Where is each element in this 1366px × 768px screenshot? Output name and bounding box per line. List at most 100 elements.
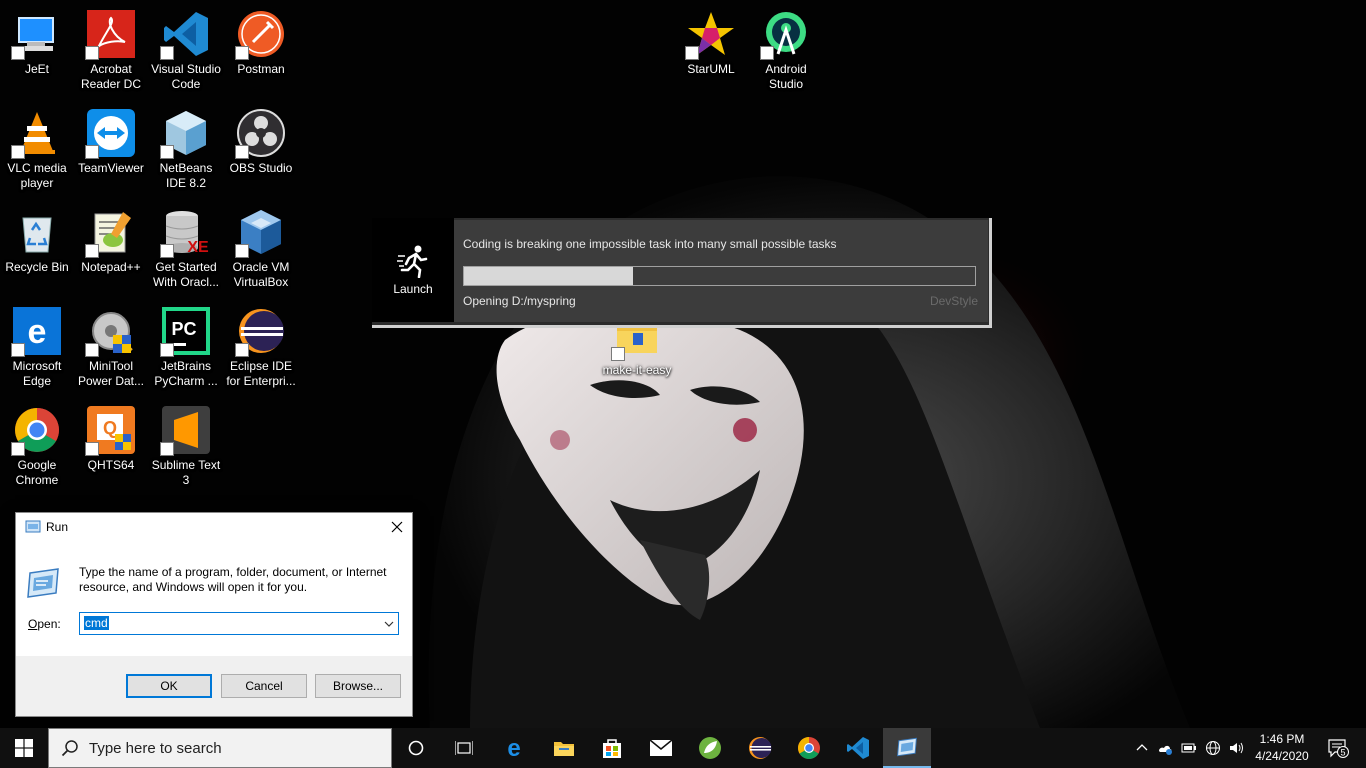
desktop-icon-label: JeEt [24, 62, 49, 76]
run-titlebar[interactable]: Run [16, 513, 412, 541]
desktop-icon-obs[interactable]: OBS Studio [224, 103, 298, 197]
recycle-bin-icon [22, 217, 52, 253]
desktop-icon-label: Visual Studio Code [151, 62, 221, 91]
taskbar-eclipse[interactable] [736, 728, 784, 768]
desktop-icon-pycharm[interactable]: PC JetBrains PyCharm ... [149, 301, 223, 395]
launch-label: Launch [393, 282, 433, 296]
devstyle-splash: Launch Coding is breaking one impossible… [372, 218, 992, 328]
desktop-icon-label: Eclipse IDE for Enterpri... [226, 359, 296, 388]
desktop-icon-minitool[interactable]: MiniTool Power Dat... [74, 301, 148, 395]
action-center-button[interactable]: 5 [1320, 728, 1356, 768]
desktop-icon-chrome[interactable]: Google Chrome [0, 400, 74, 494]
taskbar: Type here to search e 1:46 PM 4/24/2020 [0, 728, 1366, 768]
desktop-icon-staruml[interactable]: StarUML [674, 4, 748, 98]
open-label-text: Open: [28, 617, 61, 631]
taskbar-spring-tools[interactable] [686, 728, 734, 768]
desktop-icon-label: VLC media player [7, 161, 67, 190]
desktop-icon-vscode[interactable]: Visual Studio Code [149, 4, 223, 98]
run-footer: OK Cancel Browse... [16, 656, 412, 716]
desktop-icon-eclipse[interactable]: Eclipse IDE for Enterpri... [224, 301, 298, 395]
desktop-icon-netbeans[interactable]: NetBeans IDE 8.2 [149, 103, 223, 197]
notification-count: 5 [1340, 748, 1345, 758]
cancel-button[interactable]: Cancel [221, 674, 307, 698]
volume-icon[interactable] [1228, 740, 1244, 756]
desktop-icon-label: Recycle Bin [5, 260, 69, 274]
desktop-icon-label: make-it-easy [602, 363, 672, 377]
svg-text:e: e [28, 313, 47, 351]
run-dialog: Run Type the name of a program, folder, … [15, 512, 413, 717]
desktop-icon-label: TeamViewer [78, 161, 144, 175]
task-view-button[interactable] [440, 728, 488, 768]
taskbar-mail[interactable] [637, 728, 685, 768]
taskbar-edge[interactable]: e [490, 728, 538, 768]
taskbar-store[interactable] [588, 728, 636, 768]
eclipse-icon [749, 737, 772, 759]
task-view-icon [455, 741, 473, 755]
desktop-icon-label: Microsoft Edge [12, 359, 62, 388]
edge-icon: e [507, 737, 520, 759]
taskbar-file-explorer[interactable] [540, 728, 588, 768]
browse-button[interactable]: Browse... [315, 674, 401, 698]
progress-fill [464, 267, 633, 285]
desktop-icon-oracle-db[interactable]: XE Get Started With Oracl... [149, 202, 223, 296]
cortana-icon [408, 740, 424, 756]
chevron-down-icon[interactable] [383, 617, 395, 631]
desktop-icon-qhts[interactable]: Q QHTS64 [74, 400, 148, 494]
clock-time: 1:46 PM [1259, 732, 1305, 746]
splash-message: Coding is breaking one impossible task i… [463, 237, 837, 251]
taskbar-vscode[interactable] [834, 728, 882, 768]
taskbar-chrome[interactable] [785, 728, 833, 768]
search-placeholder: Type here to search [89, 739, 222, 757]
desktop-icon-teamviewer[interactable]: TeamViewer [74, 103, 148, 197]
open-input-value[interactable]: cmd [84, 616, 109, 630]
search-icon [61, 740, 78, 757]
network-icon[interactable] [1205, 740, 1221, 756]
desktop-icon-sublime[interactable]: Sublime Text 3 [149, 400, 223, 494]
desktop-icon-acrobat[interactable]: Acrobat Reader DC [74, 4, 148, 98]
desktop-icon-label: MiniTool Power Dat... [77, 359, 145, 388]
run-icon [897, 737, 917, 757]
close-button[interactable] [382, 513, 412, 541]
run-app-icon [25, 520, 41, 533]
progress-bar [463, 266, 976, 286]
desktop-icon-vlc[interactable]: VLC media player [0, 103, 74, 197]
launch-panel: Launch [372, 218, 454, 322]
spring-tools-icon [699, 737, 721, 759]
taskbar-run[interactable] [883, 728, 931, 768]
ok-button[interactable]: OK [126, 674, 212, 698]
chrome-icon [798, 737, 820, 759]
desktop-icon-android-studio[interactable]: Android Studio [749, 4, 823, 98]
file-explorer-icon [554, 742, 574, 756]
close-icon [391, 521, 403, 533]
cortana-button[interactable] [392, 728, 440, 768]
desktop-icon-label: Google Chrome [15, 458, 59, 487]
desktop-icon-label: JetBrains PyCharm ... [154, 359, 218, 388]
desktop-icon-notepadpp[interactable]: Notepad++ [74, 202, 148, 296]
battery-icon[interactable] [1181, 740, 1197, 756]
chevron-up-icon[interactable] [1134, 740, 1150, 756]
desktop-icon-label: StarUML [687, 62, 735, 76]
desktop-icon-edge[interactable]: e Microsoft Edge [0, 301, 74, 395]
desktop-icon-recycle-bin[interactable]: Recycle Bin [0, 202, 74, 296]
start-button[interactable] [0, 728, 48, 768]
store-icon [603, 739, 621, 758]
desktop-icon-label: Notepad++ [81, 260, 141, 274]
run-description: Type the name of a program, folder, docu… [79, 565, 387, 594]
desktop-icon-jeet[interactable]: JeEt [0, 4, 74, 98]
desktop-icon-label: Get Started With Oracl... [152, 260, 219, 289]
splash-status: Opening D:/myspring [463, 294, 576, 308]
windows-logo-icon [15, 739, 33, 757]
run-icon [27, 568, 59, 598]
svg-text:XE: XE [187, 239, 209, 256]
taskbar-search-box[interactable]: Type here to search [48, 728, 392, 768]
clock-date: 4/24/2020 [1255, 749, 1309, 763]
onedrive-sync-icon[interactable] [1157, 740, 1173, 756]
svg-text:e: e [507, 737, 520, 759]
run-body: Type the name of a program, folder, docu… [16, 541, 412, 656]
taskbar-clock[interactable]: 1:46 PM 4/24/2020 [1250, 731, 1314, 765]
desktop-icon-label: Acrobat Reader DC [80, 62, 142, 91]
desktop-icon-virtualbox[interactable]: Oracle VM VirtualBox [224, 202, 298, 296]
desktop-icon-label: Postman [237, 62, 285, 76]
open-combobox[interactable]: cmd [79, 612, 399, 635]
desktop-icon-postman[interactable]: Postman [224, 4, 298, 98]
